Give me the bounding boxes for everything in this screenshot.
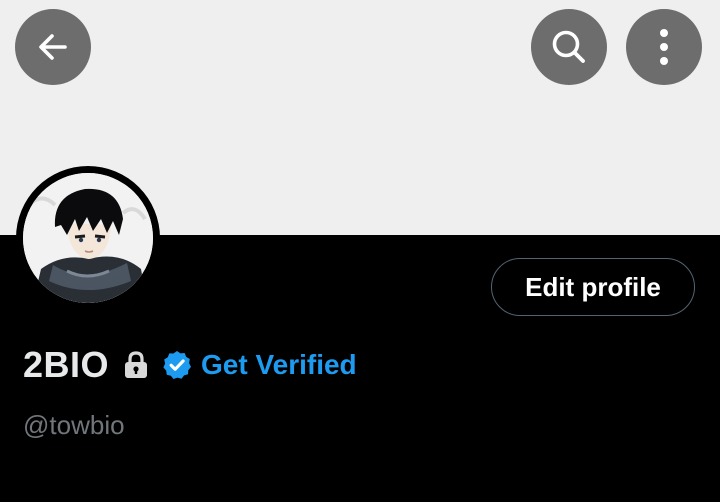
profile-name-row: 2BIO Get Verified (23, 342, 357, 388)
search-button[interactable] (531, 9, 607, 85)
avatar-container[interactable] (16, 166, 160, 310)
more-options-button[interactable] (626, 9, 702, 85)
edit-profile-label: Edit profile (525, 271, 661, 302)
get-verified-link[interactable]: Get Verified (161, 349, 357, 381)
back-button[interactable] (15, 9, 91, 85)
arrow-left-icon (39, 34, 67, 60)
lock-icon (123, 350, 149, 380)
avatar[interactable] (23, 173, 153, 303)
display-name: 2BIO (23, 344, 110, 385)
search-icon (552, 30, 585, 63)
user-handle: @towbio (23, 410, 125, 440)
anime-character-avatar (23, 173, 153, 303)
more-vertical-icon (660, 29, 668, 65)
get-verified-label: Get Verified (201, 349, 357, 380)
edit-profile-button[interactable]: Edit profile (491, 258, 695, 316)
verified-badge-icon (163, 351, 192, 379)
